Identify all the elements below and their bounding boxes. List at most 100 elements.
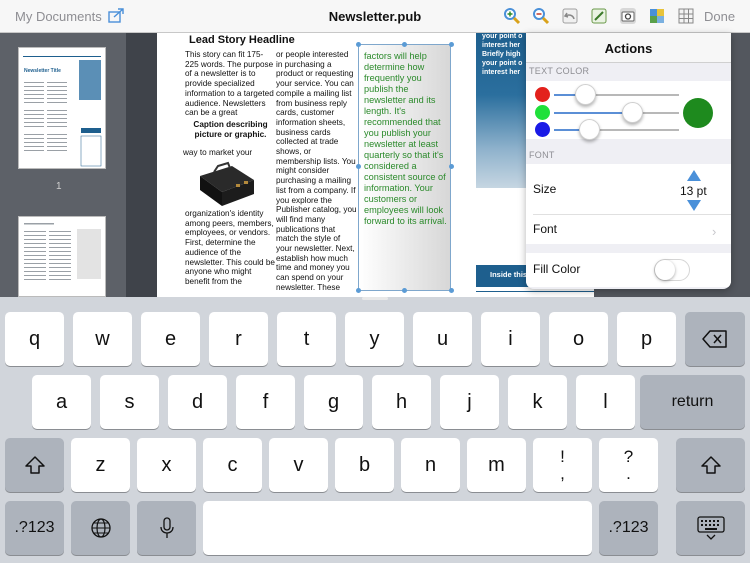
backspace-key[interactable] — [685, 312, 745, 366]
numbers-key-left[interactable]: .?123 — [5, 501, 64, 555]
key-r[interactable]: r — [209, 312, 268, 366]
green-slider[interactable] — [554, 102, 679, 123]
done-button[interactable]: Done — [704, 9, 735, 24]
key-q[interactable]: q — [5, 312, 64, 366]
zoom-out-icon[interactable] — [532, 7, 550, 25]
resize-handle[interactable] — [402, 42, 407, 47]
hide-keyboard-key[interactable] — [676, 501, 745, 555]
key-top-char: ? — [623, 447, 634, 466]
key-w[interactable]: w — [73, 312, 132, 366]
font-size-value: 13 pt — [680, 184, 707, 198]
camera-icon[interactable] — [619, 7, 637, 25]
resize-handle[interactable] — [356, 288, 361, 293]
story-column-1-fragment[interactable]: way to market your — [183, 148, 253, 158]
zoom-in-icon[interactable] — [503, 7, 521, 25]
story-column-1-continued[interactable]: organization's identity among peers, mem… — [185, 209, 275, 287]
shift-icon — [24, 456, 45, 474]
edit-icon[interactable] — [590, 7, 608, 25]
blue-slider[interactable] — [554, 119, 679, 140]
text-box-content[interactable]: factors will help determine how frequent… — [364, 51, 449, 227]
red-slider-knob[interactable] — [575, 84, 597, 105]
key-h[interactable]: h — [372, 375, 431, 429]
font-panel: Size 13 pt Font › — [526, 164, 731, 244]
numbers-key-right[interactable]: .?123 — [599, 501, 658, 555]
resize-handle[interactable] — [449, 42, 454, 47]
shift-key-right[interactable] — [676, 438, 745, 492]
key-o[interactable]: o — [549, 312, 608, 366]
share-icon[interactable] — [108, 8, 125, 23]
key-v[interactable]: v — [269, 438, 328, 492]
key-s[interactable]: s — [100, 375, 159, 429]
resize-handle[interactable] — [356, 42, 361, 47]
resize-handle[interactable] — [449, 288, 454, 293]
return-key[interactable]: return — [640, 375, 745, 429]
shift-icon — [700, 456, 721, 474]
color-preview-swatch — [683, 98, 713, 128]
key-b[interactable]: b — [335, 438, 394, 492]
key-i[interactable]: i — [481, 312, 540, 366]
key-m[interactable]: m — [467, 438, 526, 492]
key-f[interactable]: f — [236, 375, 295, 429]
page-thumbnail-1[interactable]: Newsletter Title — [18, 47, 106, 169]
globe-key[interactable] — [71, 501, 130, 555]
undo-icon[interactable] — [561, 7, 579, 25]
lead-story-headline[interactable]: Lead Story Headline — [189, 34, 295, 46]
story-column-1-text[interactable]: This story can fit 175-225 words. The pu… — [185, 50, 275, 118]
key-x[interactable]: x — [137, 438, 196, 492]
key-l[interactable]: l — [576, 375, 635, 429]
key-j[interactable]: j — [440, 375, 499, 429]
selected-text-box[interactable]: factors will help determine how frequent… — [358, 44, 451, 291]
picture-caption[interactable]: Caption describing picture or graphic. — [193, 120, 268, 139]
backspace-icon — [702, 330, 727, 348]
blue-slider-knob[interactable] — [579, 119, 600, 140]
space-bar[interactable] — [203, 501, 592, 555]
key-bottom-char: , — [560, 464, 565, 483]
size-increase-icon[interactable] — [687, 170, 701, 181]
toggle-knob — [655, 260, 675, 280]
key-k[interactable]: k — [508, 375, 567, 429]
key-e[interactable]: e — [141, 312, 200, 366]
chevron-right-icon: › — [712, 224, 717, 239]
font-row[interactable]: Font — [533, 222, 557, 236]
resize-handle[interactable] — [356, 164, 361, 169]
key-c[interactable]: c — [203, 438, 262, 492]
grid-icon[interactable] — [677, 7, 695, 25]
inside-this-issue-label: Inside this — [490, 270, 528, 279]
key-u[interactable]: u — [413, 312, 472, 366]
briefcase-image[interactable] — [192, 158, 259, 208]
layers-icon[interactable] — [648, 7, 666, 25]
popover-title: Actions — [526, 33, 731, 63]
key-question-period[interactable]: ? . — [599, 438, 658, 492]
red-slider[interactable] — [554, 84, 679, 105]
thumbnail-page-preview — [24, 223, 101, 280]
fill-color-label: Fill Color — [533, 262, 581, 276]
size-decrease-icon[interactable] — [687, 200, 701, 211]
green-slider-fill — [554, 112, 632, 114]
fill-color-toggle[interactable] — [654, 259, 690, 281]
key-y[interactable]: y — [345, 312, 404, 366]
green-slider-knob[interactable] — [621, 102, 643, 123]
green-dot-icon — [535, 105, 550, 120]
contents-table — [476, 291, 594, 297]
shift-key-left[interactable] — [5, 438, 64, 492]
key-g[interactable]: g — [304, 375, 363, 429]
sidebar-text: interest her — [482, 69, 521, 76]
key-a[interactable]: a — [32, 375, 91, 429]
page-gap — [126, 33, 157, 297]
key-p[interactable]: p — [617, 312, 676, 366]
key-z[interactable]: z — [71, 438, 130, 492]
dictation-key[interactable] — [137, 501, 196, 555]
key-n[interactable]: n — [401, 438, 460, 492]
key-d[interactable]: d — [168, 375, 227, 429]
resize-handle[interactable] — [449, 164, 454, 169]
key-exclaim-comma[interactable]: ! , — [533, 438, 592, 492]
my-documents-button[interactable]: My Documents — [15, 9, 102, 24]
page-thumbnail-2[interactable] — [18, 216, 106, 297]
key-t[interactable]: t — [277, 312, 336, 366]
story-column-2-text[interactable]: or people interested in purchasing a pro… — [276, 50, 357, 293]
resize-handle[interactable] — [402, 288, 407, 293]
key-top-char: ! — [560, 447, 565, 466]
actions-popover: Actions TEXT COLOR FONT Size 13 pt Font … — [526, 33, 731, 289]
sidebar-text: your point o — [482, 60, 523, 67]
red-dot-icon — [535, 87, 550, 102]
